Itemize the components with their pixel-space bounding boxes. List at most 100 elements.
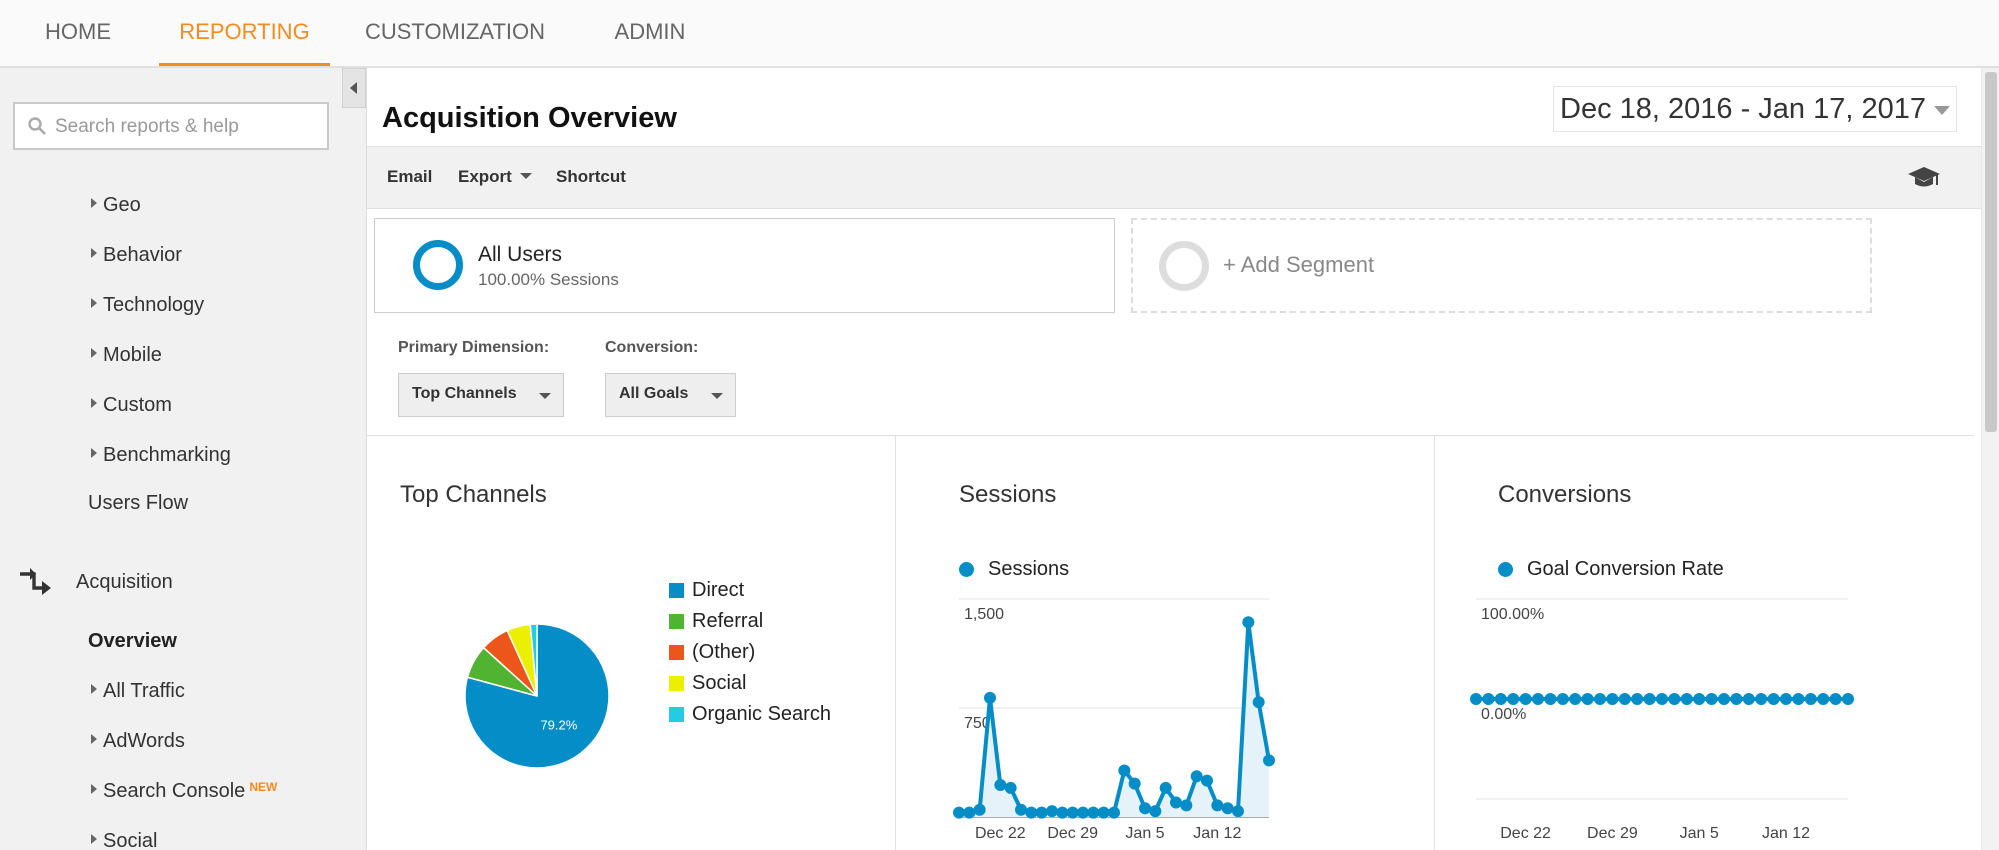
legend-item: Referral [669,609,831,640]
pie-legend: Direct Referral (Other) Social Organic Searc… [669,578,831,733]
search-input[interactable]: Search reports & help [13,102,329,150]
collapse-sidebar-button[interactable] [342,68,366,108]
data-point [1594,693,1606,705]
segment-ring-icon [413,240,463,290]
sidebar-item-label: Search Console [103,780,246,802]
sidebar: Search reports & help Geo Behavior Techn… [0,68,367,850]
expand-icon [91,684,97,694]
sidebar-item-all-traffic[interactable]: All Traffic [91,680,185,703]
data-point [1544,693,1557,705]
toolbar: Email Export Shortcut [367,146,1981,209]
page-title: Acquisition Overview [382,102,677,134]
add-segment-button[interactable]: + Add Segment [1131,218,1872,313]
graduation-cap-icon[interactable] [1907,165,1941,191]
sidebar-item-technology[interactable]: Technology [91,294,204,317]
sidebar-item-label: Benchmarking [103,444,231,466]
data-point [994,779,1007,792]
pie-chart: 79.2% [464,623,610,769]
data-point [1097,806,1110,819]
data-point [1581,693,1594,705]
x-tick-label: Dec 29 [1587,825,1638,842]
data-point [1004,781,1017,794]
data-point [1201,774,1213,787]
primary-dimension-select[interactable]: Top Channels [398,373,564,417]
data-point [1643,693,1656,705]
sidebar-item-geo[interactable]: Geo [91,194,141,217]
conversion-label: Conversion: [605,339,699,356]
data-point [1718,693,1730,705]
data-point [1494,693,1507,705]
data-point [1742,693,1755,705]
x-tick-label: Dec 29 [1047,825,1098,842]
sidebar-item-users-flow[interactable]: Users Flow [88,492,188,515]
data-point [1252,696,1265,709]
legend-swatch [669,645,684,660]
data-point [1556,693,1569,705]
sidebar-item-social[interactable]: Social [91,830,157,850]
data-point [1730,693,1743,705]
tab-customization[interactable]: CUSTOMIZATION [352,0,558,66]
data-point [1118,764,1131,777]
data-point [963,806,976,819]
legend-label: Direct [692,579,745,601]
data-point [1755,693,1768,705]
x-tick-label: Jan 5 [1680,825,1719,842]
data-point [1077,806,1089,819]
sidebar-item-benchmarking[interactable]: Benchmarking [91,444,231,467]
data-point [1046,805,1058,818]
data-point [1066,806,1079,819]
tab-home[interactable]: HOME [22,0,134,66]
data-point [1693,693,1706,705]
data-point [1211,799,1224,812]
export-button[interactable]: Export [458,167,532,187]
legend-item: Organic Search [669,702,831,733]
sidebar-item-mobile[interactable]: Mobile [91,344,162,367]
sidebar-item-behavior[interactable]: Behavior [91,244,182,267]
sidebar-item-search-console[interactable]: Search Console NEW [91,780,277,803]
data-point [1829,693,1842,705]
new-badge: NEW [249,780,278,794]
panel-title: Conversions [1498,481,1632,508]
sidebar-item-custom[interactable]: Custom [91,394,172,417]
legend-label: Organic Search [692,703,831,725]
sidebar-item-overview[interactable]: Overview [88,630,177,653]
sidebar-item-adwords[interactable]: AdWords [91,730,185,753]
export-label: Export [458,167,512,186]
expand-icon [91,834,97,844]
data-point [1618,693,1631,705]
legend-item: (Other) [669,640,831,671]
legend-swatch [669,614,684,629]
sidebar-item-acquisition[interactable]: Acquisition [76,571,173,594]
data-point [1780,693,1792,705]
page-scrollbar[interactable] [1981,68,1999,850]
overview-panels: Top Channels 79.2% Direct Referral (Other)… [367,435,1974,850]
date-range-picker[interactable]: Dec 18, 2016 - Jan 17, 2017 [1553,86,1957,132]
email-button[interactable]: Email [387,167,432,187]
legend-item: Social [669,671,831,702]
scrollbar-thumb[interactable] [1985,72,1997,432]
data-point [1180,799,1193,812]
data-point [1680,693,1693,705]
sidebar-item-label: Geo [103,194,141,216]
data-point [1507,693,1520,705]
conversion-select[interactable]: All Goals [605,373,736,417]
data-point [973,803,986,816]
expand-icon [91,398,97,408]
data-point [1569,693,1582,705]
sessions-panel: Sessions Sessions 1,500 750 Dec 22 Dec 29 Ja… [897,436,1435,850]
shortcut-button[interactable]: Shortcut [556,167,626,187]
chevron-down-icon [519,173,532,179]
y-tick-label: 0.00% [1481,706,1526,723]
segment-all-users[interactable]: All Users 100.00% Sessions [374,218,1115,313]
panel-title: Sessions [959,481,1057,508]
expand-icon [91,298,97,308]
legend-label: Social [692,672,747,694]
sidebar-item-label: Technology [103,294,205,316]
search-placeholder: Search reports & help [55,116,239,137]
tab-reporting[interactable]: REPORTING [159,0,330,66]
acquisition-icon [20,568,51,595]
main-content: Acquisition Overview Dec 18, 2016 - Jan … [367,68,1981,850]
sidebar-item-label: Custom [103,394,172,416]
data-point [1139,802,1151,815]
tab-admin[interactable]: ADMIN [594,0,706,66]
